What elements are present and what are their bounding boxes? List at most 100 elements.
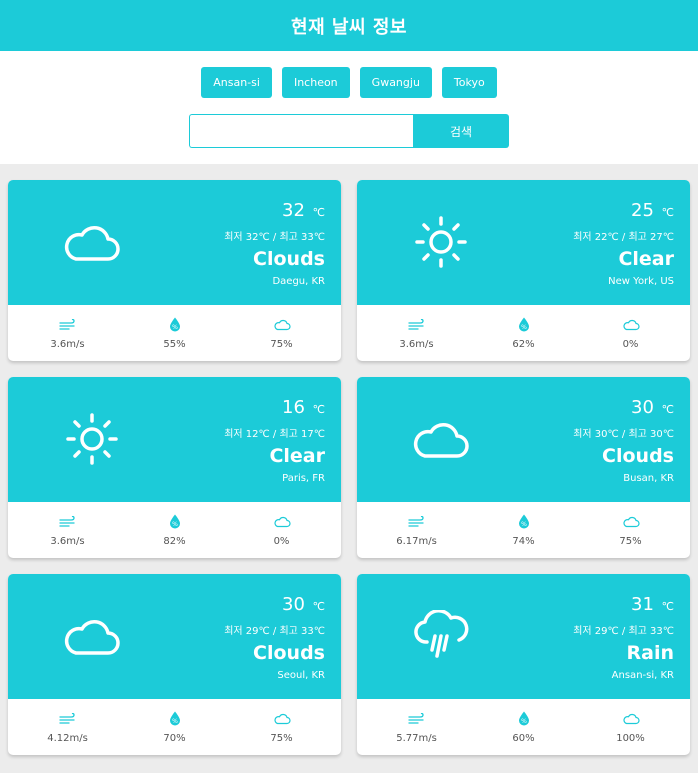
cloudiness-value: 75% bbox=[270, 338, 293, 350]
humidity-stat: % 74% bbox=[479, 514, 569, 547]
svg-text:%: % bbox=[521, 718, 527, 725]
min-max-temperature: 최저 22℃ / 최고 27℃ bbox=[573, 232, 674, 243]
city-search-input[interactable] bbox=[189, 114, 413, 148]
current-temperature: 31 ℃ bbox=[573, 594, 674, 618]
weather-summary: 25 ℃ 최저 22℃ / 최고 27℃ Clear New York, US bbox=[573, 200, 674, 287]
cloudiness-stat: 0% bbox=[237, 514, 327, 547]
weather-stats: 3.6m/s % 55% 75% bbox=[8, 305, 341, 361]
city-button-group: Ansan-si Incheon Gwangju Tokyo bbox=[0, 67, 698, 98]
wind-stat: 3.6m/s bbox=[372, 317, 462, 350]
cloud-small-icon bbox=[273, 711, 291, 727]
temperature-value: 31 bbox=[631, 594, 654, 615]
wind-icon bbox=[58, 317, 77, 333]
wind-icon bbox=[407, 711, 426, 727]
city-button-tokyo[interactable]: Tokyo bbox=[441, 67, 497, 98]
cloud-small-icon bbox=[622, 711, 640, 727]
humidity-value: 62% bbox=[512, 338, 535, 350]
cloud-small-icon bbox=[622, 317, 640, 333]
weather-card-header: 32 ℃ 최저 32℃ / 최고 33℃ Clouds Daegu, KR bbox=[8, 180, 341, 305]
humidity-stat: % 62% bbox=[479, 317, 569, 350]
app-header: 현재 날씨 정보 bbox=[0, 0, 698, 51]
cloudiness-stat: 75% bbox=[586, 514, 676, 547]
temperature-value: 25 bbox=[631, 200, 654, 221]
wind-speed-value: 3.6m/s bbox=[50, 338, 85, 350]
weather-card-header: 31 ℃ 최저 29℃ / 최고 33℃ Rain Ansan-si, KR bbox=[357, 574, 690, 699]
weather-description: Clouds bbox=[602, 445, 674, 467]
weather-description: Clear bbox=[618, 248, 674, 270]
temperature-value: 16 bbox=[282, 397, 305, 418]
controls-panel: Ansan-si Incheon Gwangju Tokyo 검색 bbox=[0, 51, 698, 164]
humidity-stat: % 82% bbox=[130, 514, 220, 547]
temperature-value: 30 bbox=[631, 397, 654, 418]
humidity-value: 55% bbox=[163, 338, 186, 350]
weather-stats: 6.17m/s % 74% 75% bbox=[357, 502, 690, 558]
humidity-drop-icon: % bbox=[518, 317, 530, 333]
location-name: Seoul, KR bbox=[277, 670, 325, 681]
location-name: Busan, KR bbox=[623, 473, 674, 484]
wind-stat: 5.77m/s bbox=[372, 711, 462, 744]
weather-stats: 5.77m/s % 60% 100% bbox=[357, 699, 690, 755]
temperature-unit: ℃ bbox=[312, 403, 325, 416]
weather-description: Clouds bbox=[253, 248, 325, 270]
cloudiness-stat: 75% bbox=[237, 711, 327, 744]
weather-summary: 32 ℃ 최저 32℃ / 최고 33℃ Clouds Daegu, KR bbox=[224, 200, 325, 287]
weather-card-header: 30 ℃ 최저 29℃ / 최고 33℃ Clouds Seoul, KR bbox=[8, 574, 341, 699]
humidity-drop-icon: % bbox=[169, 514, 181, 530]
temperature-unit: ℃ bbox=[661, 206, 674, 219]
cloudiness-value: 75% bbox=[270, 732, 293, 744]
weather-stats: 3.6m/s % 82% 0% bbox=[8, 502, 341, 558]
cloudiness-value: 75% bbox=[619, 535, 642, 547]
weather-stats: 3.6m/s % 62% 0% bbox=[357, 305, 690, 361]
current-temperature: 32 ℃ bbox=[224, 200, 325, 224]
wind-speed-value: 5.77m/s bbox=[396, 732, 437, 744]
min-max-temperature: 최저 32℃ / 최고 33℃ bbox=[224, 232, 325, 243]
weather-description: Clear bbox=[269, 445, 325, 467]
search-bar: 검색 bbox=[189, 114, 509, 148]
current-temperature: 16 ℃ bbox=[224, 397, 325, 421]
search-button[interactable]: 검색 bbox=[413, 114, 509, 148]
humidity-value: 82% bbox=[163, 535, 186, 547]
cloudiness-value: 100% bbox=[616, 732, 645, 744]
weather-card-header: 16 ℃ 최저 12℃ / 최고 17℃ Clear Paris, FR bbox=[8, 377, 341, 502]
wind-speed-value: 6.17m/s bbox=[396, 535, 437, 547]
cloudiness-value: 0% bbox=[273, 535, 290, 547]
sun-icon bbox=[409, 210, 473, 274]
current-temperature: 30 ℃ bbox=[224, 594, 325, 618]
humidity-value: 60% bbox=[512, 732, 535, 744]
min-max-temperature: 최저 12℃ / 최고 17℃ bbox=[224, 429, 325, 440]
min-max-temperature: 최저 29℃ / 최고 33℃ bbox=[224, 626, 325, 637]
weather-stats: 4.12m/s % 70% 75% bbox=[8, 699, 341, 755]
humidity-drop-icon: % bbox=[518, 711, 530, 727]
cloud-icon bbox=[60, 210, 124, 274]
sun-icon bbox=[60, 407, 124, 471]
humidity-drop-icon: % bbox=[169, 317, 181, 333]
cloud-icon bbox=[409, 407, 473, 471]
city-button-ansan-si[interactable]: Ansan-si bbox=[201, 67, 272, 98]
weather-card-header: 30 ℃ 최저 30℃ / 최고 30℃ Clouds Busan, KR bbox=[357, 377, 690, 502]
city-button-gwangju[interactable]: Gwangju bbox=[359, 67, 432, 98]
current-temperature: 30 ℃ bbox=[573, 397, 674, 421]
page-title: 현재 날씨 정보 bbox=[291, 16, 407, 38]
cloudiness-stat: 100% bbox=[586, 711, 676, 744]
weather-summary: 30 ℃ 최저 30℃ / 최고 30℃ Clouds Busan, KR bbox=[573, 397, 674, 484]
min-max-temperature: 최저 29℃ / 최고 33℃ bbox=[573, 626, 674, 637]
city-button-incheon[interactable]: Incheon bbox=[281, 67, 350, 98]
wind-speed-value: 3.6m/s bbox=[399, 338, 434, 350]
location-name: Daegu, KR bbox=[272, 276, 325, 287]
weather-summary: 30 ℃ 최저 29℃ / 최고 33℃ Clouds Seoul, KR bbox=[224, 594, 325, 681]
weather-summary: 31 ℃ 최저 29℃ / 최고 33℃ Rain Ansan-si, KR bbox=[573, 594, 674, 681]
humidity-value: 74% bbox=[512, 535, 535, 547]
weather-summary: 16 ℃ 최저 12℃ / 최고 17℃ Clear Paris, FR bbox=[224, 397, 325, 484]
humidity-drop-icon: % bbox=[169, 711, 181, 727]
location-name: New York, US bbox=[608, 276, 674, 287]
wind-icon bbox=[407, 317, 426, 333]
humidity-value: 70% bbox=[163, 732, 186, 744]
svg-text:%: % bbox=[172, 718, 178, 725]
min-max-temperature: 최저 30℃ / 최고 30℃ bbox=[573, 429, 674, 440]
svg-text:%: % bbox=[521, 521, 527, 528]
weather-description: Rain bbox=[626, 642, 675, 664]
weather-card: 16 ℃ 최저 12℃ / 최고 17℃ Clear Paris, FR 3.6… bbox=[8, 377, 341, 558]
current-temperature: 25 ℃ bbox=[573, 200, 674, 224]
rain-icon bbox=[409, 604, 473, 668]
temperature-unit: ℃ bbox=[312, 206, 325, 219]
